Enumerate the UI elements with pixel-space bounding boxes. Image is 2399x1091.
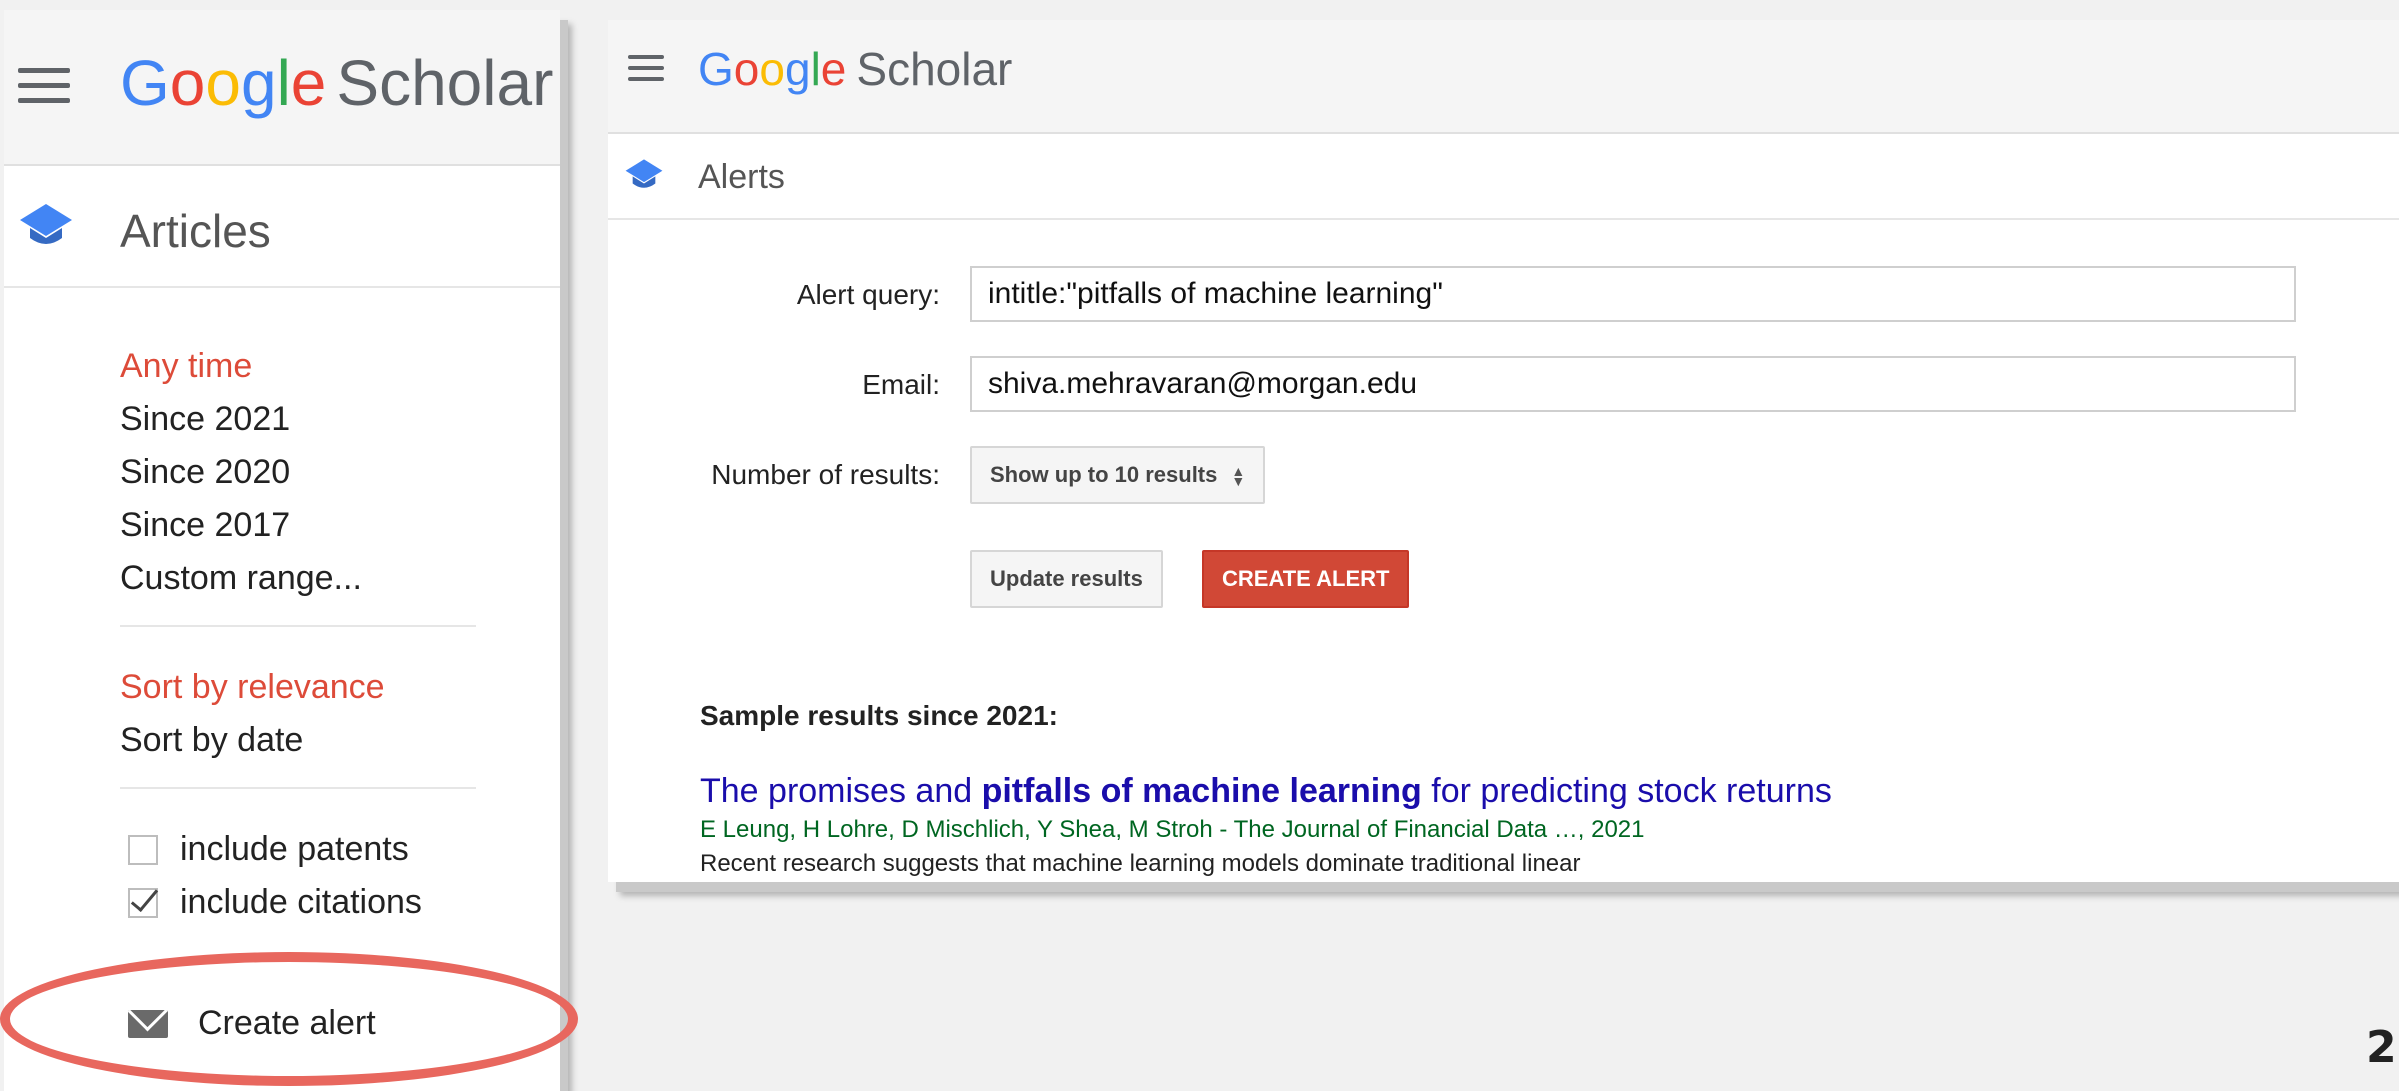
articles-bar: Articles: [4, 166, 560, 288]
num-results-label: Number of results:: [711, 459, 940, 490]
filter-since-2017[interactable]: Since 2017: [120, 499, 476, 552]
filter-since-2021[interactable]: Since 2021: [120, 393, 476, 446]
alert-query-label: Alert query:: [796, 279, 940, 310]
menu-icon[interactable]: [628, 55, 664, 88]
graduation-cap-icon: [625, 159, 663, 188]
include-patents-option[interactable]: include patents: [120, 823, 476, 876]
select-arrows-icon: ▲ ▼: [1231, 463, 1246, 490]
alerts-bar: Alerts: [608, 134, 2399, 220]
include-patents-checkbox[interactable]: [128, 834, 158, 865]
envelope-icon: [128, 1009, 168, 1038]
sort-by-relevance[interactable]: Sort by relevance: [120, 661, 476, 714]
section-title: Articles: [120, 205, 271, 257]
email-row: Email:: [608, 356, 2399, 414]
divider: [120, 625, 476, 627]
email-label: Email:: [862, 369, 940, 400]
num-results-select[interactable]: Show up to 10 results ▲ ▼: [970, 446, 1266, 504]
filter-custom-range[interactable]: Custom range...: [120, 552, 476, 605]
slide-page-number: 2: [2366, 1022, 2397, 1073]
num-results-value: Show up to 10 results: [990, 462, 1218, 487]
include-citations-option[interactable]: include citations: [120, 876, 476, 929]
sort-by-date[interactable]: Sort by date: [120, 714, 476, 767]
email-input[interactable]: [970, 356, 2296, 412]
section-title: Alerts: [698, 158, 785, 196]
include-patents-label: include patents: [180, 830, 409, 868]
menu-icon[interactable]: [18, 68, 70, 113]
left-header: Google Scholar: [4, 10, 560, 166]
filters-list: Any time Since 2021 Since 2020 Since 201…: [120, 340, 476, 929]
update-results-button[interactable]: Update results: [970, 550, 1163, 608]
num-results-row: Number of results: Show up to 10 results…: [608, 446, 2399, 504]
result-authors: E Leung, H Lohre, D Mischlich, Y Shea, M…: [700, 816, 1645, 843]
divider: [120, 787, 476, 789]
filters-panel: Google Scholar Articles Any time Since 20…: [4, 10, 560, 1091]
include-citations-label: include citations: [180, 883, 422, 921]
alert-query-input[interactable]: [970, 266, 2296, 322]
graduation-cap-icon: [20, 204, 72, 244]
filter-any-time[interactable]: Any time: [120, 340, 476, 393]
right-header: Google Scholar: [608, 20, 2399, 134]
google-scholar-logo[interactable]: Google Scholar: [698, 42, 1012, 96]
create-alert-label: Create alert: [198, 1004, 376, 1042]
actions-row: Update results CREATE ALERT: [608, 550, 2399, 608]
sample-results-heading: Sample results since 2021:: [700, 700, 1058, 731]
result-snippet: Recent research suggests that machine le…: [700, 850, 1581, 877]
create-alert-button[interactable]: CREATE ALERT: [1202, 550, 1410, 608]
result-title-link[interactable]: The promises and pitfalls of machine lea…: [700, 772, 1832, 811]
google-scholar-logo[interactable]: Google Scholar: [120, 46, 553, 120]
alert-query-row: Alert query:: [608, 266, 2399, 324]
create-alert-link[interactable]: Create alert: [128, 1004, 376, 1043]
alert-panel: GoogleScholar Alerts Alert query: Email:…: [608, 20, 2399, 882]
filter-since-2020[interactable]: Since 2020: [120, 446, 476, 499]
include-citations-checkbox[interactable]: [128, 887, 158, 918]
